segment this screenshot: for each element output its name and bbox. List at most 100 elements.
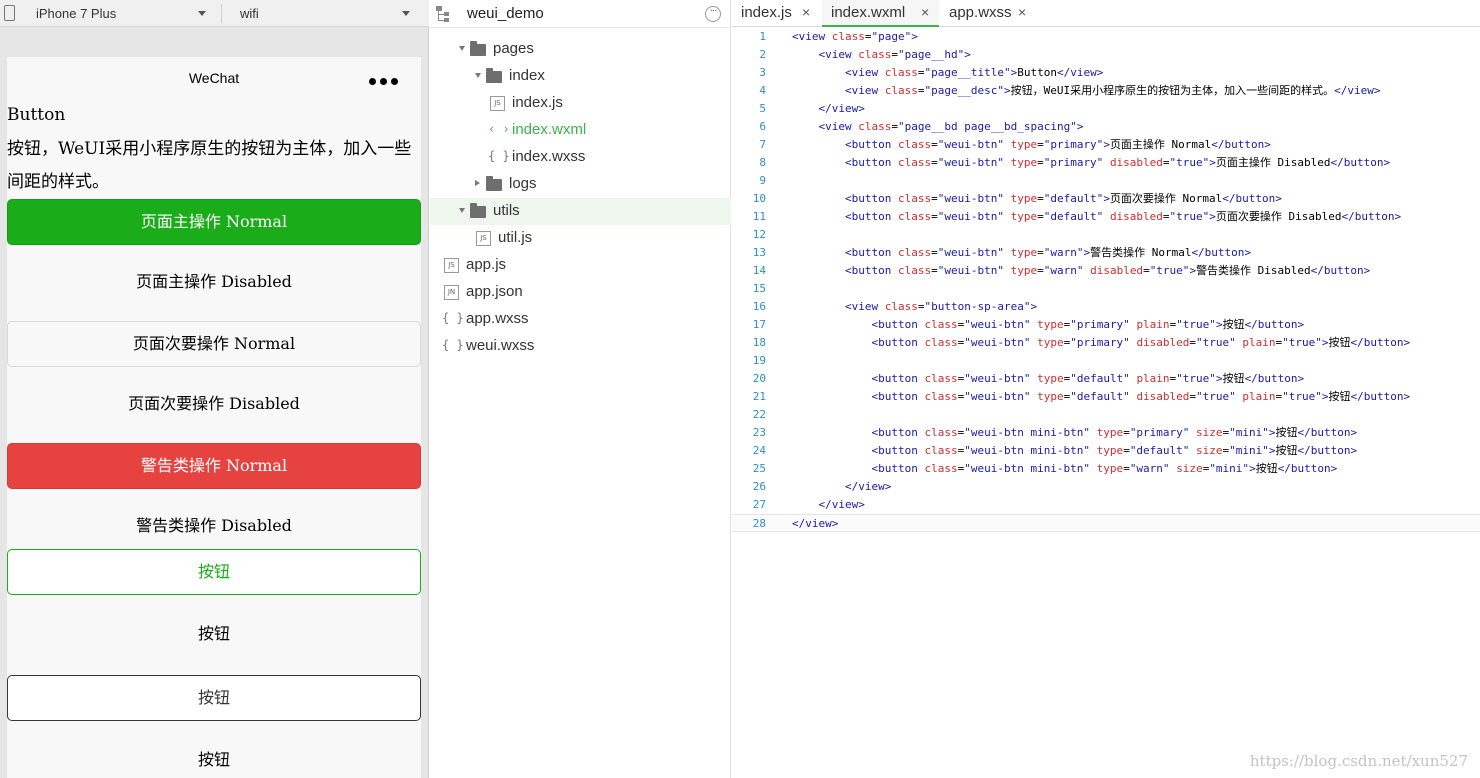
line-number: 11: [752, 210, 766, 223]
default-disabled-button[interactable]: 页面次要操作 Disabled: [7, 382, 421, 428]
chevron-down-icon[interactable]: [198, 11, 206, 16]
device-select[interactable]: iPhone 7 Plus: [36, 6, 116, 21]
line-number: 19: [752, 354, 766, 367]
json-file-icon: JN: [444, 285, 459, 300]
close-icon[interactable]: ×: [1018, 4, 1026, 20]
tree-item-index-js[interactable]: JS index.js: [430, 90, 731, 117]
code-line[interactable]: 2 <view class="page__hd">: [732, 46, 1480, 64]
code-line[interactable]: 14 <button class="weui-btn" type="warn" …: [732, 262, 1480, 280]
code-line[interactable]: 13 <button class="weui-btn" type="warn">…: [732, 244, 1480, 262]
network-select[interactable]: wifi: [240, 6, 259, 21]
line-number: 27: [752, 498, 766, 511]
code-text: <button class="weui-btn" type="default" …: [871, 372, 1305, 385]
tree-item-app-js[interactable]: JS app.js: [430, 252, 731, 279]
code-text: <button class="weui-btn" type="warn" dis…: [844, 264, 1371, 277]
code-text: <view class="page__title">Button</view>: [844, 66, 1104, 79]
tab-index-js[interactable]: index.js ×: [732, 0, 820, 27]
phone-icon[interactable]: [4, 5, 15, 21]
code-text: </view>: [844, 480, 892, 493]
code-text: <view class="page__desc">按钮，WeUI采用小程序原生的…: [844, 84, 1381, 97]
code-line[interactable]: 8 <button class="weui-btn" type="primary…: [732, 154, 1480, 172]
code-line[interactable]: 5 </view>: [732, 100, 1480, 118]
more-menu-icon[interactable]: [369, 72, 403, 85]
code-line[interactable]: 1 <view class="page">: [732, 28, 1480, 46]
close-icon[interactable]: ×: [921, 4, 929, 20]
watermark: https://blog.csdn.net/xun527: [1249, 752, 1468, 770]
more-options-icon[interactable]: ···: [705, 6, 721, 22]
close-icon[interactable]: ×: [802, 4, 810, 20]
chevron-down-icon[interactable]: [475, 73, 481, 78]
code-line[interactable]: 23 <button class="weui-btn mini-btn" typ…: [732, 424, 1480, 442]
folder-icon: [470, 41, 486, 56]
code-text: <view class="button-sp-area">: [844, 300, 1038, 313]
plain-primary-button[interactable]: 按钮: [7, 549, 421, 595]
code-line[interactable]: 28 </view>: [732, 514, 1480, 532]
code-line[interactable]: 24 <button class="weui-btn mini-btn" typ…: [732, 442, 1480, 460]
line-number: 12: [752, 228, 766, 241]
code-text: <button class="weui-btn" type="default">…: [844, 192, 1282, 205]
code-line[interactable]: 17 <button class="weui-btn" type="primar…: [732, 316, 1480, 334]
line-number: 28: [752, 517, 766, 530]
line-number: 14: [752, 264, 766, 277]
warn-button[interactable]: 警告类操作 Normal: [7, 443, 421, 489]
tree-item-utils[interactable]: utils: [430, 198, 731, 225]
code-line[interactable]: 9: [732, 172, 1480, 190]
js-file-icon: JS: [476, 231, 491, 246]
code-line[interactable]: 4 <view class="page__desc">按钮，WeUI采用小程序原…: [732, 82, 1480, 100]
warn-disabled-button[interactable]: 警告类操作 Disabled: [7, 504, 421, 550]
tab-index-wxml[interactable]: index.wxml ×: [822, 0, 939, 27]
tree-item-pages[interactable]: pages: [430, 36, 731, 63]
folder-icon: [486, 176, 502, 191]
code-line[interactable]: 3 <view class="page__title">Button</view…: [732, 64, 1480, 82]
tree-item-index[interactable]: index: [430, 63, 731, 90]
line-number: 26: [752, 480, 766, 493]
code-line[interactable]: 15: [732, 280, 1480, 298]
code-line[interactable]: 22: [732, 406, 1480, 424]
default-button[interactable]: 页面次要操作 Normal: [7, 321, 421, 367]
tree-item-app-json[interactable]: JN app.json: [430, 279, 731, 306]
tab-app-wxss[interactable]: app.wxss ×: [940, 0, 1036, 27]
primary-disabled-button[interactable]: 页面主操作 Disabled: [7, 260, 421, 306]
tree-item-index-wxss[interactable]: { } index.wxss: [430, 144, 731, 171]
code-line[interactable]: 21 <button class="weui-btn" type="defaul…: [732, 388, 1480, 406]
code-line[interactable]: 20 <button class="weui-btn" type="defaul…: [732, 370, 1480, 388]
code-line[interactable]: 10 <button class="weui-btn" type="defaul…: [732, 190, 1480, 208]
code-line[interactable]: 27 </view>: [732, 496, 1480, 514]
line-number: 24: [752, 444, 766, 457]
tree-item-app-wxss[interactable]: { } app.wxss: [430, 306, 731, 333]
wechat-navbar: WeChat: [7, 57, 421, 97]
tree-item-weui-wxss[interactable]: { } weui.wxss: [430, 333, 731, 360]
tab-label: index.wxml: [831, 4, 906, 21]
tree-item-label: utils: [493, 202, 520, 219]
code-text: <button class="weui-btn" type="primary" …: [844, 156, 1391, 169]
tree-item-util-js[interactable]: JS util.js: [430, 225, 731, 252]
js-file-icon: JS: [490, 96, 505, 111]
code-line[interactable]: 26 </view>: [732, 478, 1480, 496]
code-line[interactable]: 18 <button class="weui-btn" type="primar…: [732, 334, 1480, 352]
chevron-down-icon[interactable]: [402, 11, 410, 16]
code-line[interactable]: 7 <button class="weui-btn" type="primary…: [732, 136, 1480, 154]
plain-primary-disabled-button[interactable]: 按钮: [7, 612, 421, 658]
tab-label: index.js: [741, 4, 792, 21]
tree-structure-icon[interactable]: [436, 6, 450, 22]
chevron-right-icon[interactable]: [475, 180, 480, 186]
code-line[interactable]: 11 <button class="weui-btn" type="defaul…: [732, 208, 1480, 226]
code-line[interactable]: 19: [732, 352, 1480, 370]
tree-item-label: app.json: [466, 283, 523, 300]
tree-item-label: pages: [493, 40, 534, 57]
plain-default-button[interactable]: 按钮: [7, 675, 421, 721]
line-number: 25: [752, 462, 766, 475]
line-number: 15: [752, 282, 766, 295]
code-line[interactable]: 6 <view class="page__bd page__bd_spacing…: [732, 118, 1480, 136]
primary-button[interactable]: 页面主操作 Normal: [7, 199, 421, 245]
chevron-down-icon[interactable]: [459, 46, 465, 51]
line-number: 7: [759, 138, 766, 151]
tree-item-label: util.js: [498, 229, 533, 246]
code-line[interactable]: 16 <view class="button-sp-area">: [732, 298, 1480, 316]
chevron-down-icon[interactable]: [459, 208, 465, 213]
code-line[interactable]: 12: [732, 226, 1480, 244]
tree-item-index-wxml[interactable]: ‹ › index.wxml: [430, 117, 731, 144]
tree-item-logs[interactable]: logs: [430, 171, 731, 198]
plain-default-disabled-button[interactable]: 按钮: [7, 738, 421, 778]
code-line[interactable]: 25 <button class="weui-btn mini-btn" typ…: [732, 460, 1480, 478]
